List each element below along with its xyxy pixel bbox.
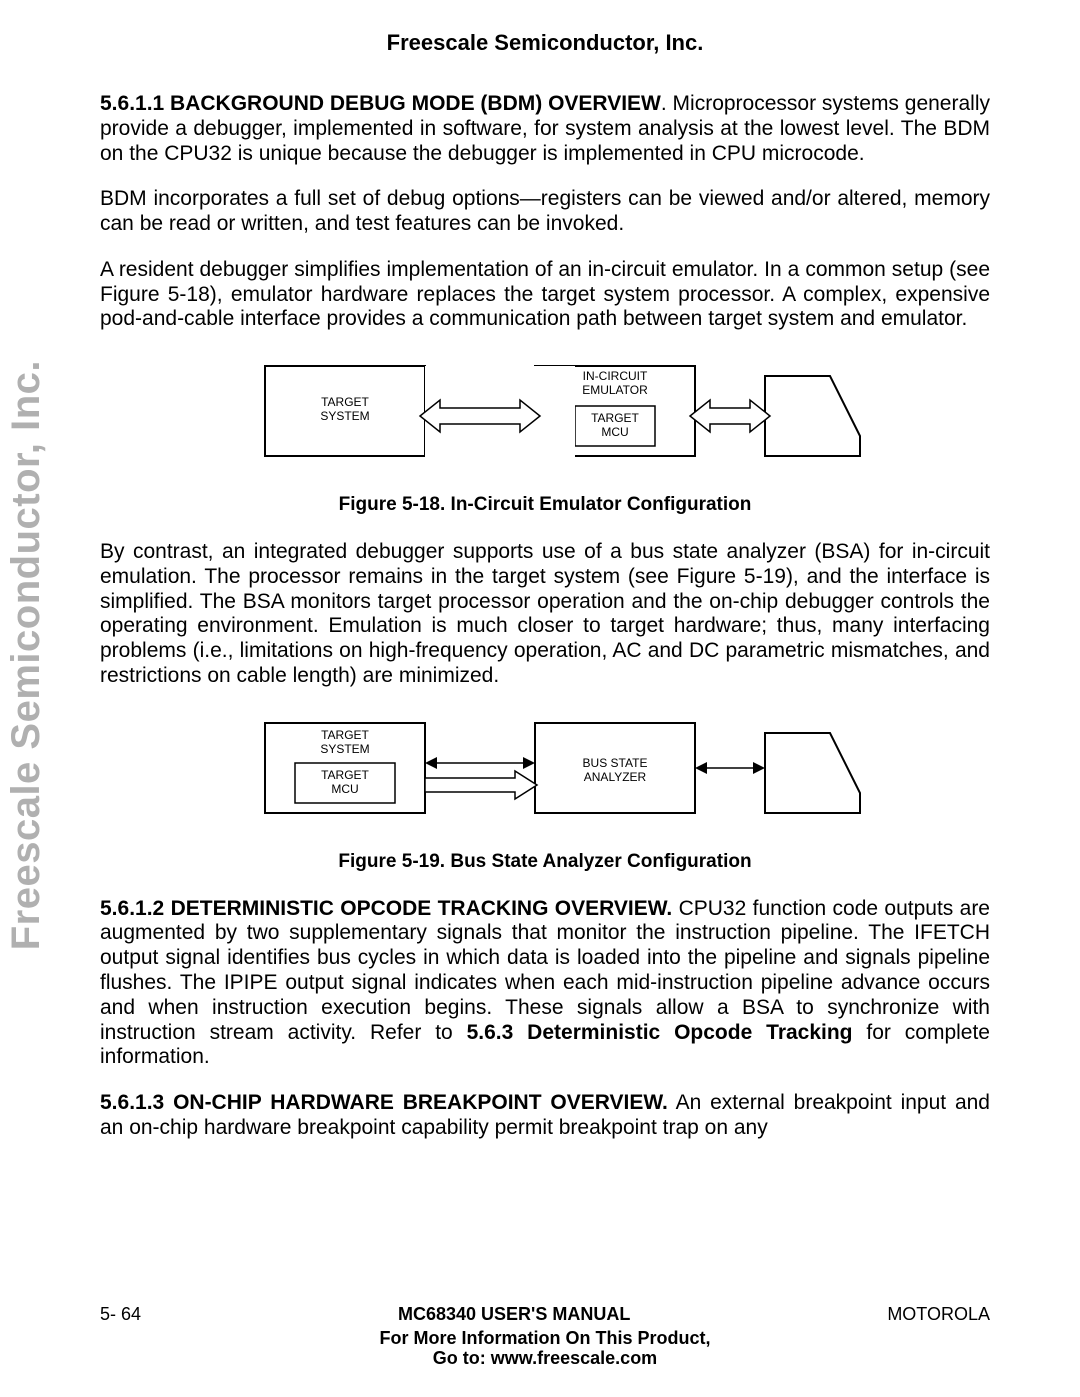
svg-text:SYSTEM: SYSTEM [320,409,369,423]
section-title-5-6-1-1: 5.6.1.1 BACKGROUND DEBUG MODE (BDM) OVER… [100,92,661,115]
paragraph-5-6-1-1-c: A resident debugger simplifies implement… [100,258,990,332]
svg-text:SYSTEM: SYSTEM [320,742,369,756]
section-title-5-6-1-3: 5.6.1.3 ON-CHIP HARDWARE BREAKPOINT OVER… [100,1091,668,1114]
svg-text:TARGET: TARGET [321,395,369,409]
svg-text:TARGET: TARGET [321,768,369,782]
paragraph-5-6-1-2: 5.6.1.2 DETERMINISTIC OPCODE TRACKING OV… [100,897,990,1070]
paragraph-5-6-1-1-d: By contrast, an integrated debugger supp… [100,540,990,689]
svg-text:ANALYZER: ANALYZER [584,770,647,784]
footer-more-info-2: Go to: www.freescale.com [100,1349,990,1369]
paragraph-5-6-1-1-a: 5.6.1.1 BACKGROUND DEBUG MODE (BDM) OVER… [100,92,990,166]
page-header: Freescale Semiconductor, Inc. [100,30,990,56]
footer-manual-title: MC68340 USER'S MANUAL [398,1304,630,1325]
paragraph-5-6-1-1-b: BDM incorporates a full set of debug opt… [100,187,990,237]
svg-text:BUS STATE: BUS STATE [583,756,648,770]
figure-5-18-caption: Figure 5-18. In-Circuit Emulator Configu… [100,494,990,516]
footer-more-info-1: For More Information On This Product, [100,1329,990,1349]
footer-page-number: 5- 64 [100,1304,141,1325]
page-footer: 5- 64 MC68340 USER'S MANUAL MOTOROLA For… [0,1304,1080,1369]
svg-text:EMULATOR: EMULATOR [582,383,648,397]
figure-5-19-caption: Figure 5-19. Bus State Analyzer Configur… [100,851,990,873]
svg-text:TARGET: TARGET [321,728,369,742]
svg-text:MCU: MCU [601,425,628,439]
section-title-5-6-1-2: 5.6.1.2 DETERMINISTIC OPCODE TRACKING OV… [100,897,672,920]
svg-text:IN-CIRCUIT: IN-CIRCUIT [583,369,648,383]
svg-text:MCU: MCU [331,782,358,796]
figure-5-18: TARGET SYSTEM IN-CIRCUIT EMULATOR TARGET… [100,356,990,476]
page-content: Freescale Semiconductor, Inc. 5.6.1.1 BA… [0,0,1080,1179]
paragraph-5-6-1-3: 5.6.1.3 ON-CHIP HARDWARE BREAKPOINT OVER… [100,1091,990,1141]
footer-brand: MOTOROLA [887,1304,990,1325]
figure-5-19: TARGET SYSTEM TARGET MCU BUS STATE ANALY… [100,713,990,833]
svg-text:TARGET: TARGET [591,411,639,425]
xref-5-6-3: 5.6.3 Deterministic Opcode Tracking [467,1021,853,1044]
